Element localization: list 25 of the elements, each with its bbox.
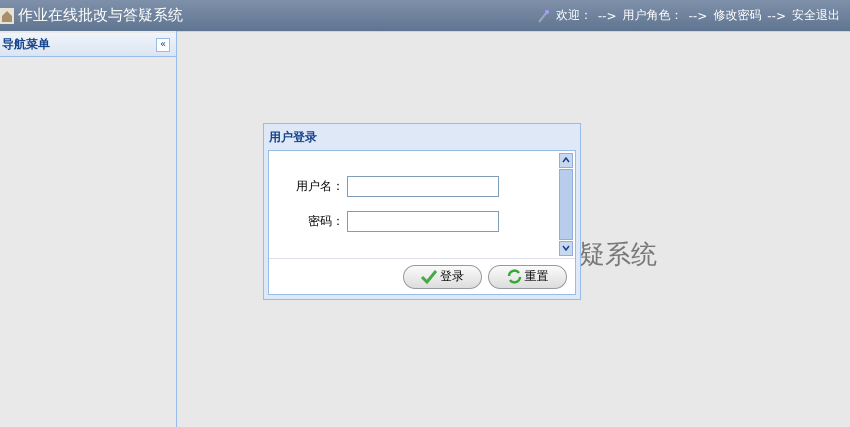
header-link[interactable]: 欢迎： (556, 7, 592, 24)
collapse-button[interactable]: « (156, 38, 170, 52)
scrollbar[interactable] (559, 153, 573, 256)
caret-down-icon[interactable] (562, 245, 570, 251)
house-icon (0, 8, 14, 24)
header-link[interactable]: 修改密码 (713, 7, 762, 24)
caret-up-icon[interactable] (562, 157, 570, 163)
panel-title: 导航菜单 (2, 36, 50, 53)
username-field[interactable] (347, 176, 499, 197)
field-label: 用户名： (295, 178, 344, 195)
header-link[interactable]: 用户角色： (622, 7, 683, 24)
checkmark-icon (421, 270, 437, 284)
arrow-separator: --> (688, 8, 708, 22)
header-link[interactable]: 安全退出 (792, 7, 840, 24)
dialog-title: 用户登录 (268, 128, 318, 146)
wand-icon (538, 8, 550, 22)
app-title: 作业在线批改与答疑系统 (18, 6, 183, 25)
background-title: 疑系统 (579, 239, 657, 272)
refresh-icon (506, 269, 522, 284)
arrow-separator: --> (767, 8, 786, 22)
arrow-separator: --> (598, 8, 617, 22)
password-field[interactable] (347, 211, 499, 232)
reset-button[interactable]: 重置 (488, 264, 567, 288)
login-button[interactable]: 登录 (403, 264, 482, 288)
field-label: 密码： (307, 213, 344, 230)
